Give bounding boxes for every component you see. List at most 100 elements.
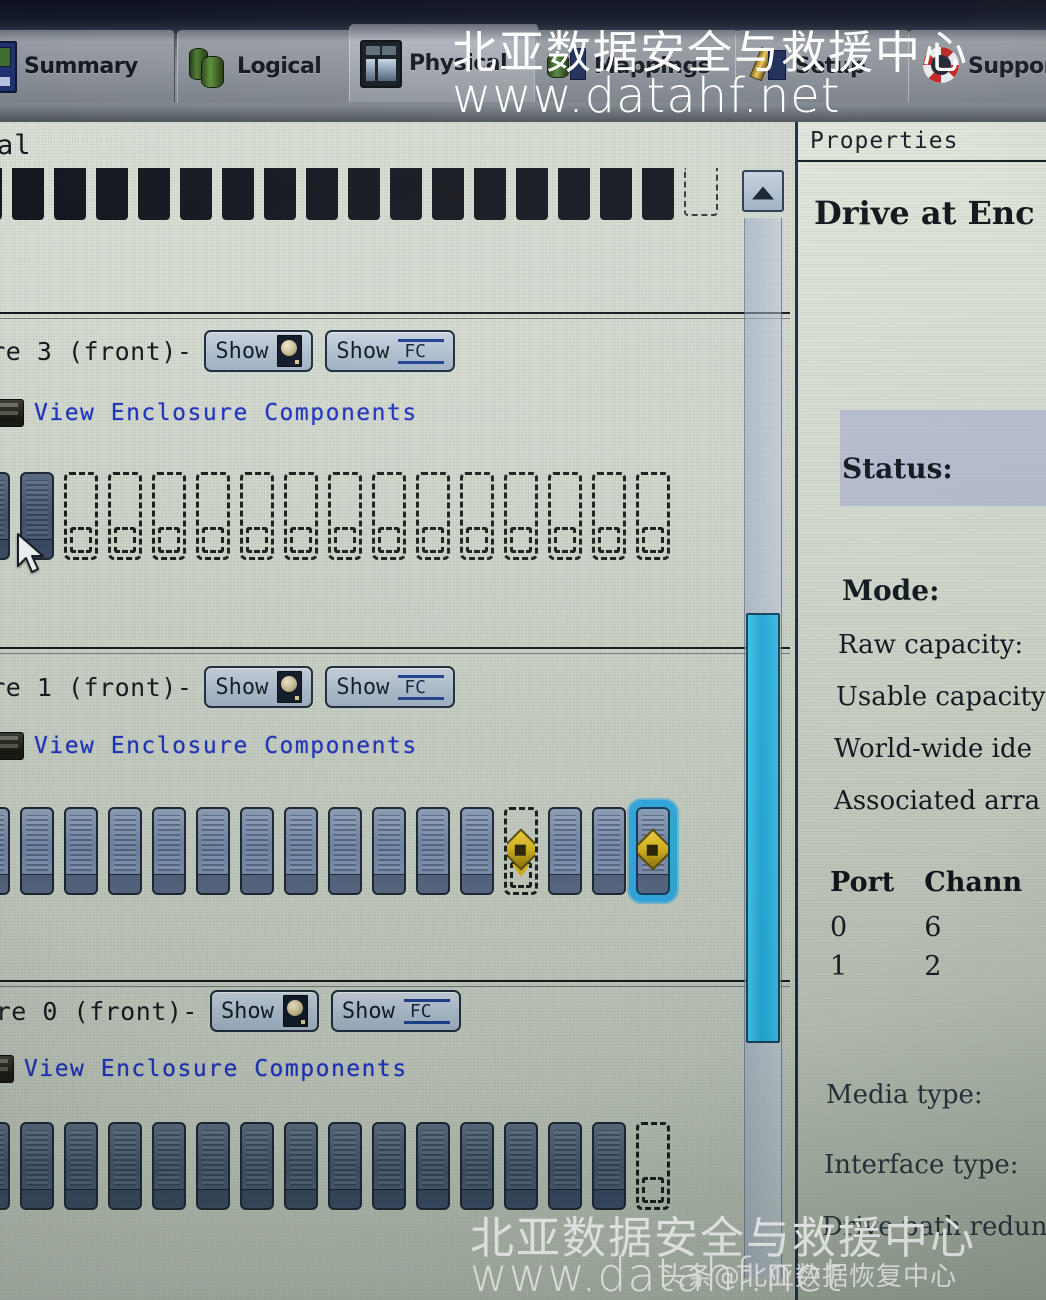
column-header-channel: Chann bbox=[924, 867, 1023, 898]
drive-slot-empty[interactable] bbox=[548, 472, 582, 560]
clipped-enclosure-drive-row bbox=[0, 168, 760, 220]
tab-setup[interactable]: Setup bbox=[735, 30, 910, 102]
drive-slot-empty[interactable] bbox=[636, 472, 670, 560]
vertical-scrollbar[interactable] bbox=[742, 170, 784, 1290]
drive-slot-empty[interactable] bbox=[504, 472, 538, 560]
drive-slot[interactable] bbox=[0, 472, 10, 560]
drive-slot[interactable] bbox=[0, 1122, 10, 1210]
drive-slot[interactable] bbox=[592, 1122, 626, 1210]
drive-slot-empty[interactable] bbox=[64, 472, 98, 560]
enclosure-0-show-drives-button[interactable]: Show bbox=[209, 990, 319, 1032]
fc-label: FC bbox=[409, 1001, 432, 1022]
scroll-up-arrow-icon[interactable] bbox=[742, 170, 784, 212]
drive-slot-empty[interactable] bbox=[328, 472, 362, 560]
drive-slot[interactable] bbox=[372, 1122, 406, 1210]
drive-bay[interactable] bbox=[432, 168, 464, 220]
drive-slot-empty[interactable] bbox=[372, 472, 406, 560]
drive-slot[interactable] bbox=[196, 807, 230, 895]
show-fc-label: Show bbox=[336, 338, 390, 364]
drive-slot-empty[interactable] bbox=[196, 472, 230, 560]
drive-slot[interactable] bbox=[240, 807, 274, 895]
drive-slot-empty[interactable] bbox=[636, 1122, 670, 1210]
drive-bay[interactable] bbox=[642, 168, 674, 220]
drive-slot-empty[interactable] bbox=[284, 472, 318, 560]
drive-slot[interactable] bbox=[284, 807, 318, 895]
drive-slot-empty[interactable] bbox=[592, 472, 626, 560]
scrollbar-thumb[interactable] bbox=[746, 613, 780, 1043]
drive-slot-empty[interactable] bbox=[108, 472, 142, 560]
drive-bay[interactable] bbox=[138, 168, 170, 220]
drive-slot[interactable] bbox=[416, 1122, 450, 1210]
enclosure-0-view-components[interactable]: View Enclosure Components bbox=[0, 1055, 408, 1083]
drive-bay[interactable] bbox=[390, 168, 422, 220]
cell-port: 0 bbox=[830, 912, 848, 943]
enclosure-1-show-drives-button[interactable]: Show bbox=[204, 666, 314, 708]
drive-slot[interactable] bbox=[240, 1122, 274, 1210]
enclosure-3-view-components[interactable]: View Enclosure Components bbox=[0, 399, 418, 427]
tab-summary[interactable]: Summary bbox=[0, 30, 175, 102]
drive-slot-empty[interactable] bbox=[460, 472, 494, 560]
drive-bay[interactable] bbox=[306, 168, 338, 220]
drive-slot[interactable] bbox=[416, 807, 450, 895]
drive-bay[interactable] bbox=[600, 168, 632, 220]
tab-logical[interactable]: Logical bbox=[177, 30, 357, 102]
drive-bay[interactable] bbox=[180, 168, 212, 220]
drive-slot[interactable] bbox=[196, 1122, 230, 1210]
show-drives-label: Show bbox=[215, 338, 269, 364]
drive-slot[interactable] bbox=[328, 1122, 362, 1210]
enclosure-3-show-fc-button[interactable]: Show FC bbox=[325, 330, 456, 372]
drive-slot[interactable] bbox=[504, 1122, 538, 1210]
enclosure-1-title: losure 1 (front)- bbox=[0, 672, 193, 702]
column-header-port: Port bbox=[830, 867, 895, 898]
drive-bay[interactable] bbox=[516, 168, 548, 220]
drive-slot-empty[interactable] bbox=[416, 472, 450, 560]
drive-slot[interactable] bbox=[20, 1122, 54, 1210]
tab-support[interactable]: Support bbox=[908, 30, 1046, 102]
drive-bay[interactable] bbox=[0, 168, 2, 220]
scrollbar-track[interactable] bbox=[744, 218, 782, 1278]
drive-slot-empty-warning[interactable] bbox=[504, 807, 538, 895]
drive-slot[interactable] bbox=[548, 807, 582, 895]
drive-slot[interactable] bbox=[108, 807, 142, 895]
drive-slot[interactable] bbox=[108, 1122, 142, 1210]
fc-label: FC bbox=[404, 341, 427, 362]
drive-slot[interactable] bbox=[460, 807, 494, 895]
enclosure-3-header: losure 3 (front)- Show Show FC bbox=[0, 330, 456, 372]
property-label-world-wide-id: World-wide ide bbox=[834, 734, 1032, 764]
drive-slot[interactable] bbox=[152, 1122, 186, 1210]
property-label-status: Status: bbox=[842, 452, 953, 485]
drive-bay[interactable] bbox=[54, 168, 86, 220]
drive-slot[interactable] bbox=[0, 807, 10, 895]
drive-slot[interactable] bbox=[592, 807, 626, 895]
drive-bay[interactable] bbox=[558, 168, 590, 220]
enclosure-1-view-components[interactable]: View Enclosure Components bbox=[0, 732, 418, 760]
drive-slot-selected-warning[interactable] bbox=[629, 800, 677, 902]
enclosure-0-show-fc-button[interactable]: Show FC bbox=[330, 990, 461, 1032]
enclosure-divider bbox=[0, 980, 790, 987]
drive-bay-empty[interactable] bbox=[684, 168, 718, 216]
drive-slot[interactable] bbox=[328, 807, 362, 895]
drive-slot[interactable] bbox=[460, 1122, 494, 1210]
drive-bay[interactable] bbox=[474, 168, 506, 220]
drive-bay[interactable] bbox=[12, 168, 44, 220]
drive-slot[interactable] bbox=[64, 1122, 98, 1210]
drive-bay[interactable] bbox=[96, 168, 128, 220]
tab-physical[interactable]: Physical bbox=[349, 24, 539, 102]
page-title: ysical bbox=[0, 130, 32, 161]
enclosure-components-icon bbox=[0, 399, 24, 427]
drive-slot-empty[interactable] bbox=[152, 472, 186, 560]
drive-slot[interactable] bbox=[548, 1122, 582, 1210]
drive-slot[interactable] bbox=[64, 807, 98, 895]
drive-slot-empty[interactable] bbox=[240, 472, 274, 560]
enclosure-0-title: closure 0 (front)- bbox=[0, 996, 198, 1026]
drive-slot[interactable] bbox=[284, 1122, 318, 1210]
enclosure-1-show-fc-button[interactable]: Show FC bbox=[325, 666, 456, 708]
drive-bay[interactable] bbox=[348, 168, 380, 220]
drive-slot[interactable] bbox=[152, 807, 186, 895]
tab-mappings[interactable]: Mappings bbox=[534, 30, 739, 102]
drive-slot[interactable] bbox=[372, 807, 406, 895]
enclosure-3-show-drives-button[interactable]: Show bbox=[204, 330, 314, 372]
drive-bay[interactable] bbox=[264, 168, 296, 220]
drive-slot[interactable] bbox=[20, 807, 54, 895]
drive-bay[interactable] bbox=[222, 168, 254, 220]
